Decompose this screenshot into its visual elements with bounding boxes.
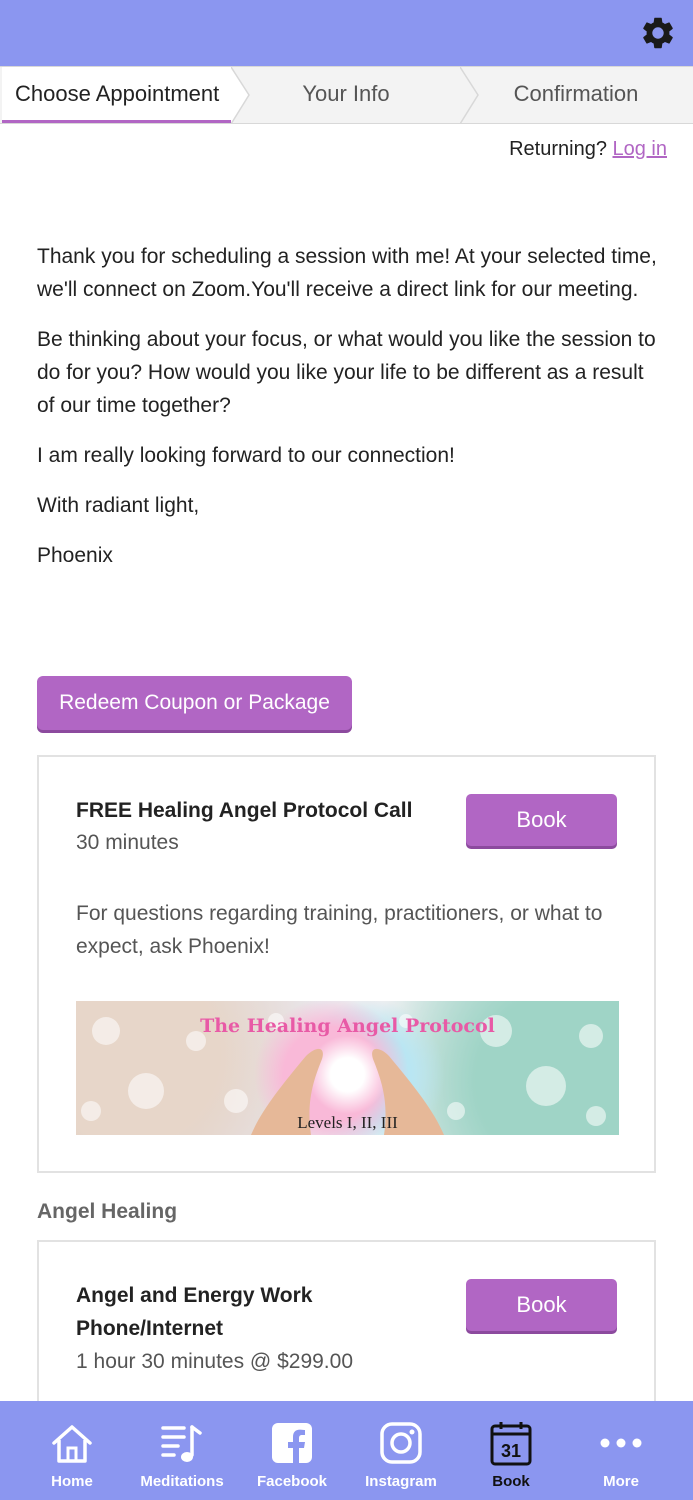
tab-facebook[interactable]: Facebook — [237, 1401, 347, 1500]
intro-signature: Phoenix — [37, 544, 113, 567]
tab-label: Meditations — [140, 1473, 224, 1490]
appointment-title: Angel and Energy Work Phone/Internet — [76, 1284, 313, 1340]
calendar-day: 31 — [501, 1441, 521, 1461]
banner-subtitle: Levels I, II, III — [297, 1113, 398, 1132]
app-header — [0, 0, 693, 66]
book-button[interactable]: Book — [466, 1279, 617, 1331]
tab-book[interactable]: 31 Book — [456, 1401, 566, 1500]
intro-paragraph: Be thinking about your focus, or what wo… — [37, 328, 656, 417]
step-confirmation[interactable]: Confirmation — [480, 67, 672, 123]
calendar-icon: 31 — [490, 1422, 532, 1466]
returning-login: Returning? Log in — [509, 138, 667, 161]
gear-icon[interactable] — [639, 14, 677, 52]
category-heading: Angel Healing — [37, 1200, 178, 1223]
booking-steps: Choose Appointment Your Info Confirmatio… — [0, 66, 693, 124]
step-your-info[interactable]: Your Info — [250, 67, 442, 123]
appointment-title: FREE Healing Angel Protocol Call — [76, 799, 413, 822]
intro-message: Thank you for scheduling a session with … — [37, 240, 657, 589]
tab-label: Facebook — [256, 1473, 328, 1490]
banner-title: The Healing Angel Protocol — [200, 1015, 495, 1037]
intro-paragraph: I am really looking forward to our conne… — [37, 444, 455, 467]
appointment-duration: 1 hour 30 minutes @ $299.00 — [76, 1350, 353, 1373]
tab-more[interactable]: More — [566, 1401, 676, 1500]
step-separator — [231, 67, 250, 124]
tab-meditations[interactable]: Meditations — [127, 1401, 237, 1500]
intro-paragraph: Thank you for scheduling a session with … — [37, 245, 657, 301]
bottom-tab-bar: Home Meditations Facebook Instagram 31 B… — [0, 1401, 693, 1500]
tab-label: Book — [492, 1473, 530, 1490]
appointment-banner-image: The Healing Angel Protocol Levels I, II,… — [76, 1001, 619, 1135]
instagram-icon — [380, 1422, 422, 1464]
step-choose-appointment[interactable]: Choose Appointment — [2, 67, 232, 123]
appointment-description: For questions regarding training, practi… — [76, 902, 603, 958]
tab-home[interactable]: Home — [17, 1401, 127, 1500]
appointment-duration: 30 minutes — [76, 831, 179, 854]
redeem-coupon-button[interactable]: Redeem Coupon or Package — [37, 676, 352, 730]
facebook-icon — [272, 1423, 312, 1463]
tab-label: Home — [51, 1473, 93, 1490]
book-button[interactable]: Book — [466, 794, 617, 846]
tab-instagram[interactable]: Instagram — [346, 1401, 456, 1500]
appointment-card: FREE Healing Angel Protocol Call 30 minu… — [37, 755, 656, 1173]
returning-label: Returning? — [509, 138, 607, 160]
login-link[interactable]: Log in — [613, 138, 668, 160]
music-list-icon — [161, 1425, 202, 1462]
intro-paragraph: With radiant light, — [37, 494, 200, 517]
home-icon — [52, 1425, 92, 1463]
tab-label: More — [603, 1473, 639, 1490]
step-separator — [460, 67, 479, 124]
tab-label: Instagram — [365, 1473, 437, 1490]
more-icon — [600, 1438, 642, 1448]
